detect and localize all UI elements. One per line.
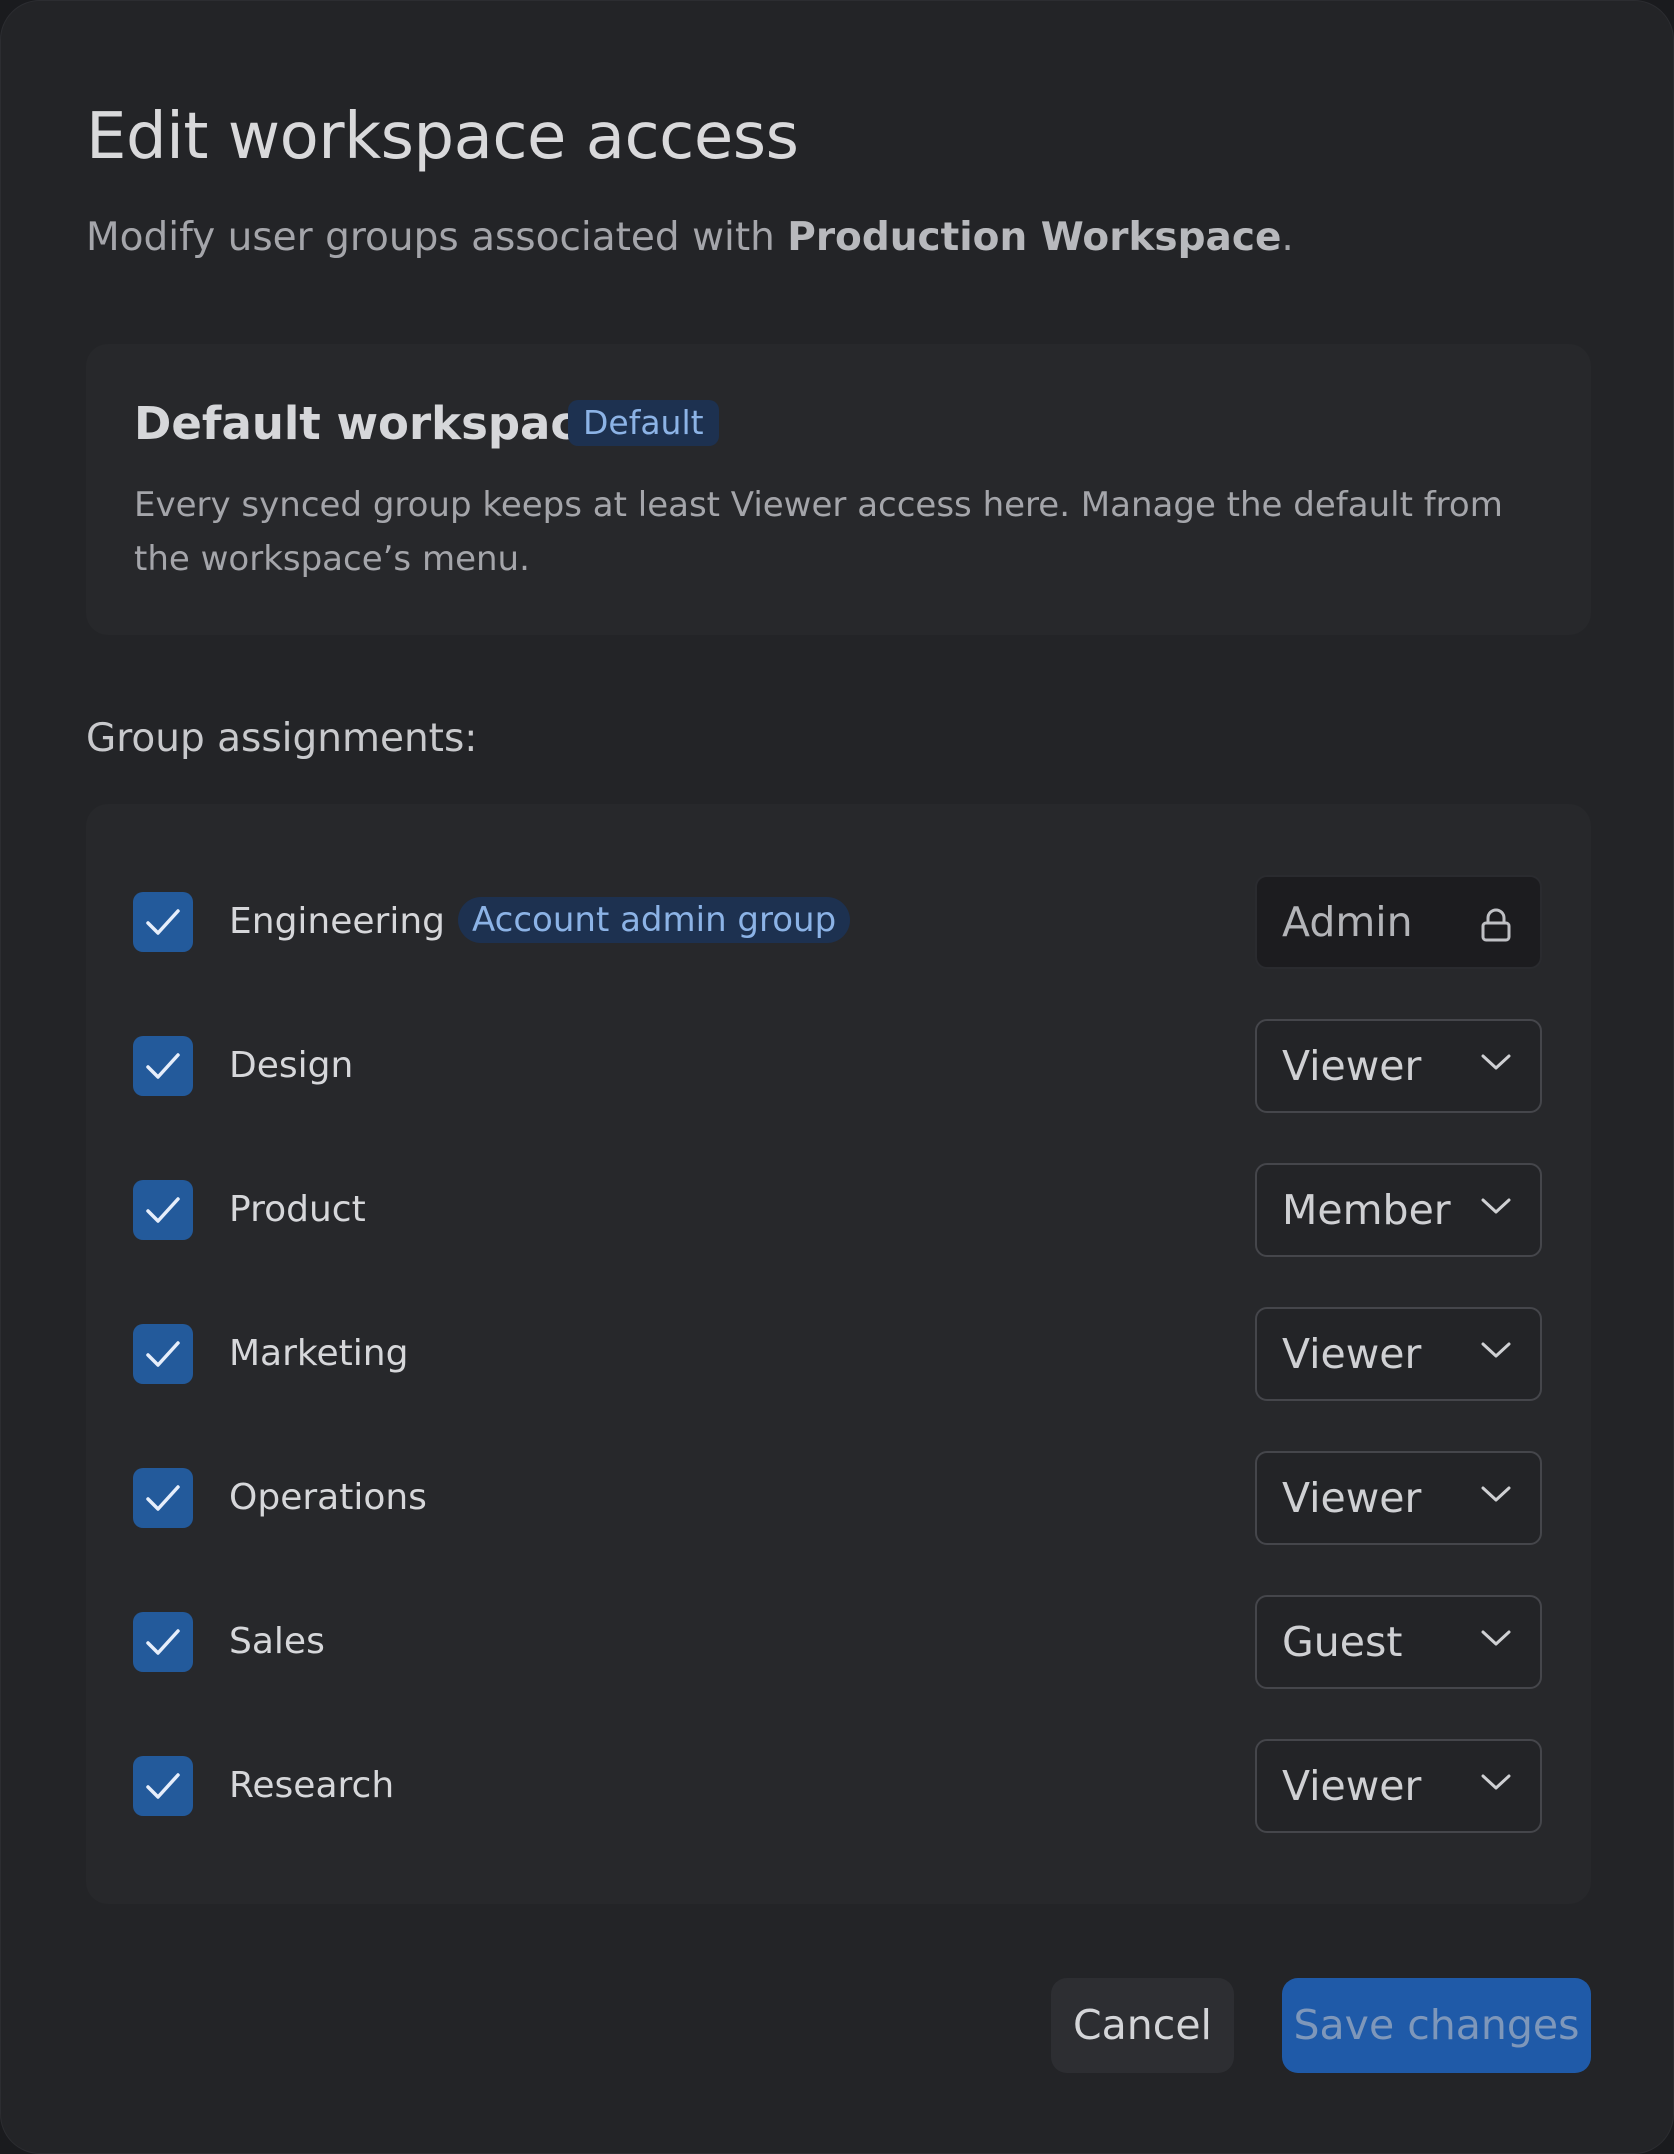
role-value: Admin bbox=[1282, 898, 1413, 946]
group-checkbox-design[interactable] bbox=[133, 1036, 193, 1096]
subtitle-prefix: Modify user groups associated with bbox=[86, 215, 788, 260]
group-name: Sales bbox=[229, 1621, 325, 1662]
edit-workspace-access-dialog: Edit workspace access Modify user groups… bbox=[0, 0, 1674, 2154]
check-icon bbox=[146, 1773, 180, 1799]
group-row-design: Design Viewer bbox=[86, 1018, 1591, 1114]
chevron-down-icon bbox=[1481, 1054, 1511, 1070]
group-assignments-label: Group assignments: bbox=[86, 716, 478, 761]
group-name: Operations bbox=[229, 1477, 427, 1518]
group-checkbox-sales[interactable] bbox=[133, 1612, 193, 1672]
group-row-product: Product Member bbox=[86, 1162, 1591, 1258]
role-select-engineering: Admin bbox=[1255, 875, 1542, 969]
role-value: Viewer bbox=[1282, 1762, 1422, 1810]
check-icon bbox=[146, 1485, 180, 1511]
default-workspace-card: Default workspace Default Every synced g… bbox=[86, 344, 1591, 635]
group-name: Engineering bbox=[229, 901, 445, 942]
account-admin-badge: Account admin group bbox=[458, 897, 851, 943]
chevron-down-icon bbox=[1481, 1774, 1511, 1790]
group-checkbox-marketing[interactable] bbox=[133, 1324, 193, 1384]
group-row-sales: Sales Guest bbox=[86, 1594, 1591, 1690]
dialog-subtitle: Modify user groups associated with Produ… bbox=[86, 211, 1294, 265]
role-select-design[interactable]: Viewer bbox=[1255, 1019, 1542, 1113]
dialog-title: Edit workspace access bbox=[86, 100, 799, 174]
role-value: Viewer bbox=[1282, 1474, 1422, 1522]
default-workspace-title: Default workspace bbox=[134, 397, 608, 450]
group-name: Marketing bbox=[229, 1333, 409, 1374]
chevron-down-icon bbox=[1481, 1486, 1511, 1502]
group-row-marketing: Marketing Viewer bbox=[86, 1306, 1591, 1402]
chevron-down-icon bbox=[1481, 1630, 1511, 1646]
role-select-sales[interactable]: Guest bbox=[1255, 1595, 1542, 1689]
role-value: Viewer bbox=[1282, 1042, 1422, 1090]
role-value: Viewer bbox=[1282, 1330, 1422, 1378]
role-select-marketing[interactable]: Viewer bbox=[1255, 1307, 1542, 1401]
group-row-operations: Operations Viewer bbox=[86, 1450, 1591, 1546]
check-icon bbox=[146, 1629, 180, 1655]
group-checkbox-product[interactable] bbox=[133, 1180, 193, 1240]
check-icon bbox=[146, 1341, 180, 1367]
chevron-down-icon bbox=[1481, 1198, 1511, 1214]
role-value: Guest bbox=[1282, 1618, 1403, 1666]
group-checkbox-research[interactable] bbox=[133, 1756, 193, 1816]
role-select-operations[interactable]: Viewer bbox=[1255, 1451, 1542, 1545]
group-name: Research bbox=[229, 1765, 395, 1806]
default-badge: Default bbox=[568, 400, 719, 446]
group-assignments-list: Engineering Account admin group Admin De… bbox=[86, 804, 1591, 1904]
workspace-name: Production Workspace bbox=[787, 215, 1282, 260]
chevron-down-icon bbox=[1481, 1342, 1511, 1358]
subtitle-suffix: . bbox=[1281, 215, 1294, 260]
default-workspace-description: Every synced group keeps at least Viewer… bbox=[134, 485, 1503, 579]
group-name: Design bbox=[229, 1045, 354, 1086]
check-icon bbox=[146, 909, 180, 935]
role-select-product[interactable]: Member bbox=[1255, 1163, 1542, 1257]
group-checkbox-operations[interactable] bbox=[133, 1468, 193, 1528]
group-row-research: Research Viewer bbox=[86, 1738, 1591, 1834]
group-name: Product bbox=[229, 1189, 366, 1230]
check-icon bbox=[146, 1197, 180, 1223]
group-checkbox-engineering[interactable] bbox=[133, 892, 193, 952]
cancel-button[interactable]: Cancel bbox=[1051, 1978, 1234, 2073]
role-select-research[interactable]: Viewer bbox=[1255, 1739, 1542, 1833]
check-icon bbox=[146, 1053, 180, 1079]
lock-icon bbox=[1481, 908, 1511, 942]
group-row-engineering: Engineering Account admin group Admin bbox=[86, 874, 1591, 970]
role-value: Member bbox=[1282, 1186, 1451, 1234]
save-changes-button[interactable]: Save changes bbox=[1282, 1978, 1591, 2073]
